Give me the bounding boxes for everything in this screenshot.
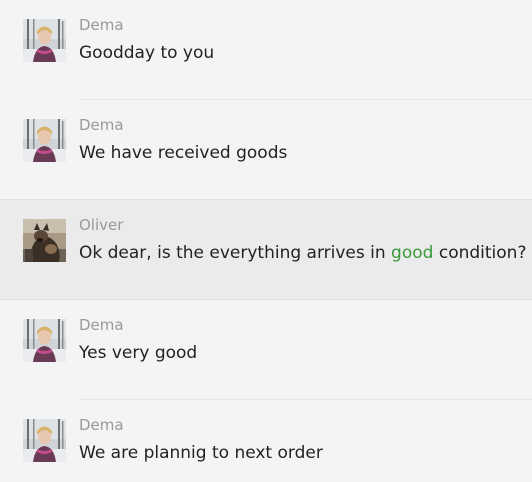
avatar[interactable] (23, 419, 66, 462)
sender-name: Dema (79, 416, 124, 434)
avatar[interactable] (23, 119, 66, 162)
message-text: We are plannig to next order (79, 443, 323, 463)
avatar[interactable] (23, 319, 66, 362)
message-item[interactable]: Dema Yes very good (0, 300, 532, 400)
message-item-selected[interactable]: Oliver Ok dear, is the everything arrive… (0, 200, 532, 300)
message-item[interactable]: Dema Goodday to you (0, 0, 532, 100)
message-text: Ok dear, is the everything arrives in go… (79, 241, 526, 265)
message-list: Dema Goodday to you Dema We have receive… (0, 0, 532, 482)
sender-name: Dema (79, 116, 124, 134)
message-text: Yes very good (79, 343, 198, 363)
avatar[interactable] (23, 19, 66, 62)
sender-name: Dema (79, 16, 124, 34)
message-text: Goodday to you (79, 43, 215, 63)
message-text-after: condition? (433, 243, 527, 263)
message-text-before: Ok dear, is the everything arrives in (79, 243, 392, 263)
message-item[interactable]: Dema We have received goods (0, 100, 532, 200)
sender-name: Oliver (79, 216, 124, 234)
sender-name: Dema (79, 316, 124, 334)
avatar[interactable] (23, 219, 66, 262)
highlighted-word: good (391, 243, 434, 263)
message-text: We have received goods (79, 143, 288, 163)
message-item[interactable]: Dema We are plannig to next order (0, 400, 532, 482)
